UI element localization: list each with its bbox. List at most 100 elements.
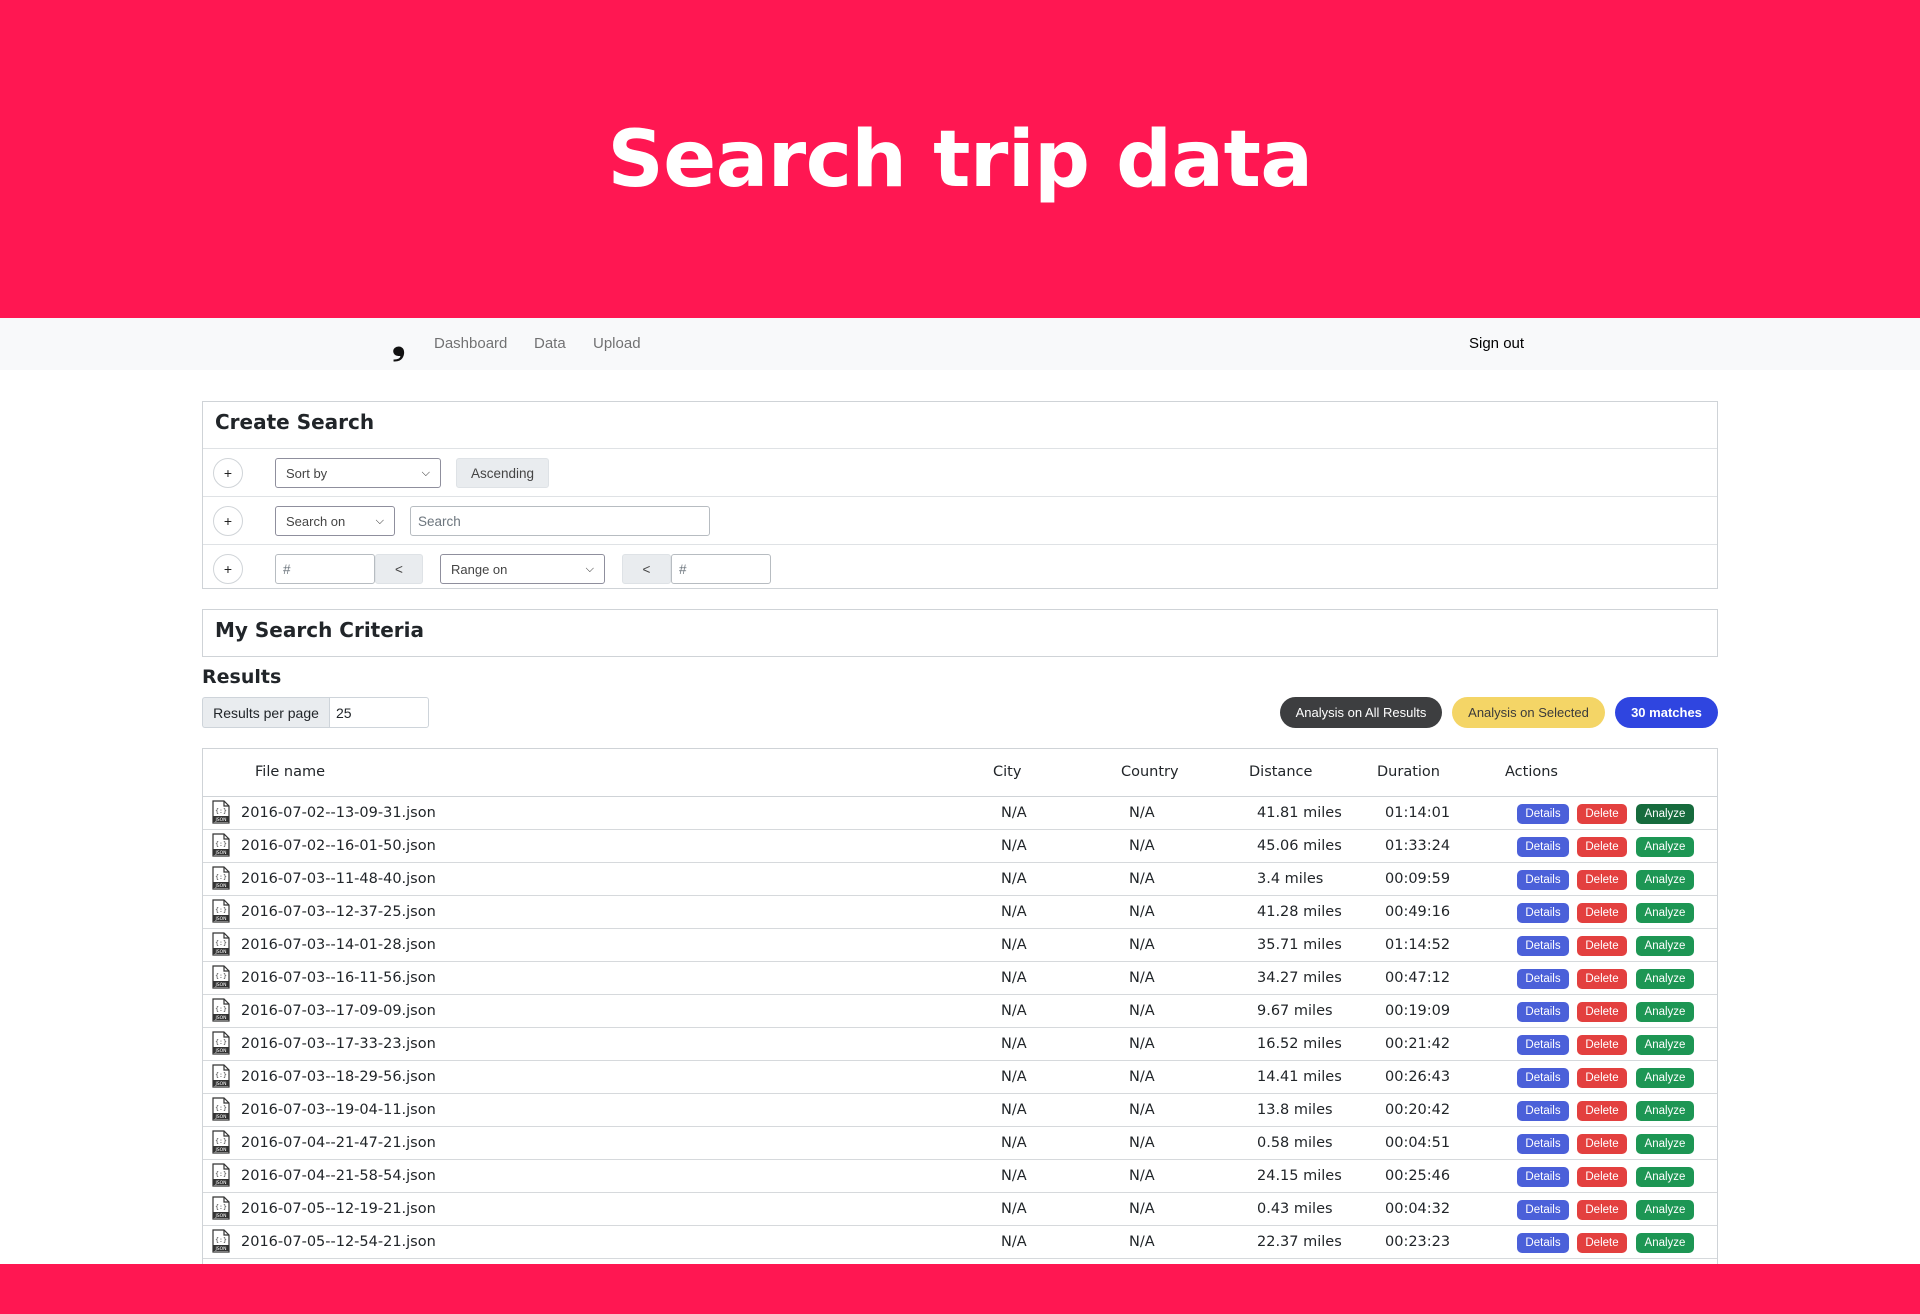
analysis-selected-button[interactable]: Analysis on Selected <box>1452 697 1605 728</box>
delete-button[interactable]: Delete <box>1577 1167 1627 1187</box>
table-row[interactable]: {:} JSON 2016-07-03--17-33-23.json N/A N/A 16… <box>203 1028 1717 1061</box>
table-row[interactable]: {:} JSON 2016-07-03--12-37-25.json N/A N/A 41… <box>203 896 1717 929</box>
add-search-button[interactable]: + <box>213 506 243 536</box>
details-button[interactable]: Details <box>1517 1035 1569 1055</box>
analyze-button[interactable]: Analyze <box>1636 1167 1694 1187</box>
svg-text:JSON: JSON <box>214 883 226 889</box>
range-max-operator-button[interactable]: < <box>622 554 671 584</box>
table-row[interactable]: {:} JSON 2016-07-04--21-58-54.json N/A N/A 24… <box>203 1160 1717 1193</box>
delete-button[interactable]: Delete <box>1577 1002 1627 1022</box>
brand-logo[interactable]: ❟ <box>392 326 405 360</box>
details-button[interactable]: Details <box>1517 969 1569 989</box>
svg-text:{:}: {:} <box>215 1170 227 1178</box>
delete-button[interactable]: Delete <box>1577 903 1627 923</box>
sign-out-link[interactable]: Sign out <box>1469 335 1524 352</box>
table-row[interactable]: {:} JSON 2016-07-04--21-47-21.json N/A N/A 0.… <box>203 1127 1717 1160</box>
analysis-all-results-button[interactable]: Analysis on All Results <box>1280 697 1442 728</box>
range-on-select[interactable]: Range on ⌵ <box>440 554 605 584</box>
table-row[interactable]: {:} JSON 2016-07-03--18-29-56.json N/A N/A 14… <box>203 1061 1717 1094</box>
city-cell: N/A <box>1001 805 1027 821</box>
json-file-icon: {:} JSON <box>212 800 230 824</box>
json-file-icon: {:} JSON <box>212 932 230 956</box>
analyze-button[interactable]: Analyze <box>1636 903 1694 923</box>
table-row[interactable]: {:} JSON 2016-07-03--19-04-11.json N/A N/A 13… <box>203 1094 1717 1127</box>
details-button[interactable]: Details <box>1517 1134 1569 1154</box>
analyze-button[interactable]: Analyze <box>1636 1200 1694 1220</box>
duration-cell: 00:04:51 <box>1385 1135 1451 1151</box>
details-button[interactable]: Details <box>1517 870 1569 890</box>
analyze-button[interactable]: Analyze <box>1636 936 1694 956</box>
delete-button[interactable]: Delete <box>1577 1035 1627 1055</box>
details-button[interactable]: Details <box>1517 1002 1569 1022</box>
delete-button[interactable]: Delete <box>1577 1134 1627 1154</box>
delete-button[interactable]: Delete <box>1577 969 1627 989</box>
svg-text:{:}: {:} <box>215 1038 227 1046</box>
analyze-button[interactable]: Analyze <box>1636 870 1694 890</box>
search-on-select[interactable]: Search on ⌵ <box>275 506 395 536</box>
delete-button[interactable]: Delete <box>1577 1200 1627 1220</box>
distance-cell: 35.71 miles <box>1257 937 1342 953</box>
column-header-duration: Duration <box>1377 764 1440 780</box>
details-button[interactable]: Details <box>1517 936 1569 956</box>
country-cell: N/A <box>1129 805 1155 821</box>
table-row[interactable]: {:} JSON 2016-07-03--14-01-28.json N/A N/A 35… <box>203 929 1717 962</box>
details-button[interactable]: Details <box>1517 1233 1569 1253</box>
country-cell: N/A <box>1129 838 1155 854</box>
distance-cell: 45.06 miles <box>1257 838 1342 854</box>
range-min-input[interactable]: # <box>275 554 375 584</box>
table-row[interactable]: {:} JSON 2016-07-03--11-48-40.json N/A N/A 3.… <box>203 863 1717 896</box>
nav-link-upload[interactable]: Upload <box>593 335 641 352</box>
analyze-button[interactable]: Analyze <box>1636 969 1694 989</box>
delete-button[interactable]: Delete <box>1577 1068 1627 1088</box>
table-row[interactable]: {:} JSON 2016-07-03--17-09-09.json N/A N/A 9.… <box>203 995 1717 1028</box>
ascending-toggle-button[interactable]: Ascending <box>456 458 549 488</box>
json-file-icon: {:} JSON <box>212 1196 230 1220</box>
table-row[interactable]: {:} JSON 2016-07-02--16-01-50.json N/A N/A 45… <box>203 830 1717 863</box>
table-row[interactable]: {:} JSON 2016-07-03--16-11-56.json N/A N/A 34… <box>203 962 1717 995</box>
analyze-button[interactable]: Analyze <box>1636 837 1694 857</box>
table-row[interactable]: {:} JSON 2016-07-05--12-19-21.json N/A N/A 0.… <box>203 1193 1717 1226</box>
analyze-button[interactable]: Analyze <box>1636 1002 1694 1022</box>
file-name-cell: 2016-07-03--17-09-09.json <box>241 1003 436 1019</box>
file-name-cell: 2016-07-02--16-01-50.json <box>241 838 436 854</box>
nav-link-dashboard[interactable]: Dashboard <box>434 335 507 352</box>
country-cell: N/A <box>1129 1003 1155 1019</box>
analyze-button[interactable]: Analyze <box>1636 1101 1694 1121</box>
analyze-button[interactable]: Analyze <box>1636 1233 1694 1253</box>
table-row[interactable]: {:} JSON 2016-07-02--13-09-31.json N/A N/A 41… <box>203 797 1717 830</box>
results-per-page-input[interactable]: 25 <box>329 697 429 728</box>
search-input[interactable]: Search <box>410 506 710 536</box>
analyze-button[interactable]: Analyze <box>1636 1035 1694 1055</box>
file-name-cell: 2016-07-04--21-58-54.json <box>241 1168 436 1184</box>
add-range-button[interactable]: + <box>213 554 243 584</box>
add-sort-button[interactable]: + <box>213 458 243 488</box>
svg-text:{:}: {:} <box>215 1071 227 1079</box>
range-max-input[interactable]: # <box>671 554 771 584</box>
delete-button[interactable]: Delete <box>1577 837 1627 857</box>
details-button[interactable]: Details <box>1517 804 1569 824</box>
analyze-button[interactable]: Analyze <box>1636 804 1694 824</box>
sort-by-select[interactable]: Sort by ⌵ <box>275 458 441 488</box>
country-cell: N/A <box>1129 1234 1155 1250</box>
delete-button[interactable]: Delete <box>1577 870 1627 890</box>
analyze-button[interactable]: Analyze <box>1636 1134 1694 1154</box>
table-row[interactable]: {:} JSON 2016-07-05--12-54-21.json N/A N/A 22… <box>203 1226 1717 1259</box>
details-button[interactable]: Details <box>1517 1200 1569 1220</box>
delete-button[interactable]: Delete <box>1577 1101 1627 1121</box>
duration-cell: 01:14:52 <box>1385 937 1451 953</box>
range-min-operator-button[interactable]: < <box>375 554 423 584</box>
details-button[interactable]: Details <box>1517 1068 1569 1088</box>
delete-button[interactable]: Delete <box>1577 1233 1627 1253</box>
details-button[interactable]: Details <box>1517 903 1569 923</box>
details-button[interactable]: Details <box>1517 837 1569 857</box>
analyze-button[interactable]: Analyze <box>1636 1068 1694 1088</box>
delete-button[interactable]: Delete <box>1577 936 1627 956</box>
distance-cell: 24.15 miles <box>1257 1168 1342 1184</box>
details-button[interactable]: Details <box>1517 1167 1569 1187</box>
svg-text:{:}: {:} <box>215 1104 227 1112</box>
delete-button[interactable]: Delete <box>1577 804 1627 824</box>
nav-link-data[interactable]: Data <box>534 335 566 352</box>
json-file-icon: {:} JSON <box>212 833 230 857</box>
details-button[interactable]: Details <box>1517 1101 1569 1121</box>
city-cell: N/A <box>1001 1003 1027 1019</box>
